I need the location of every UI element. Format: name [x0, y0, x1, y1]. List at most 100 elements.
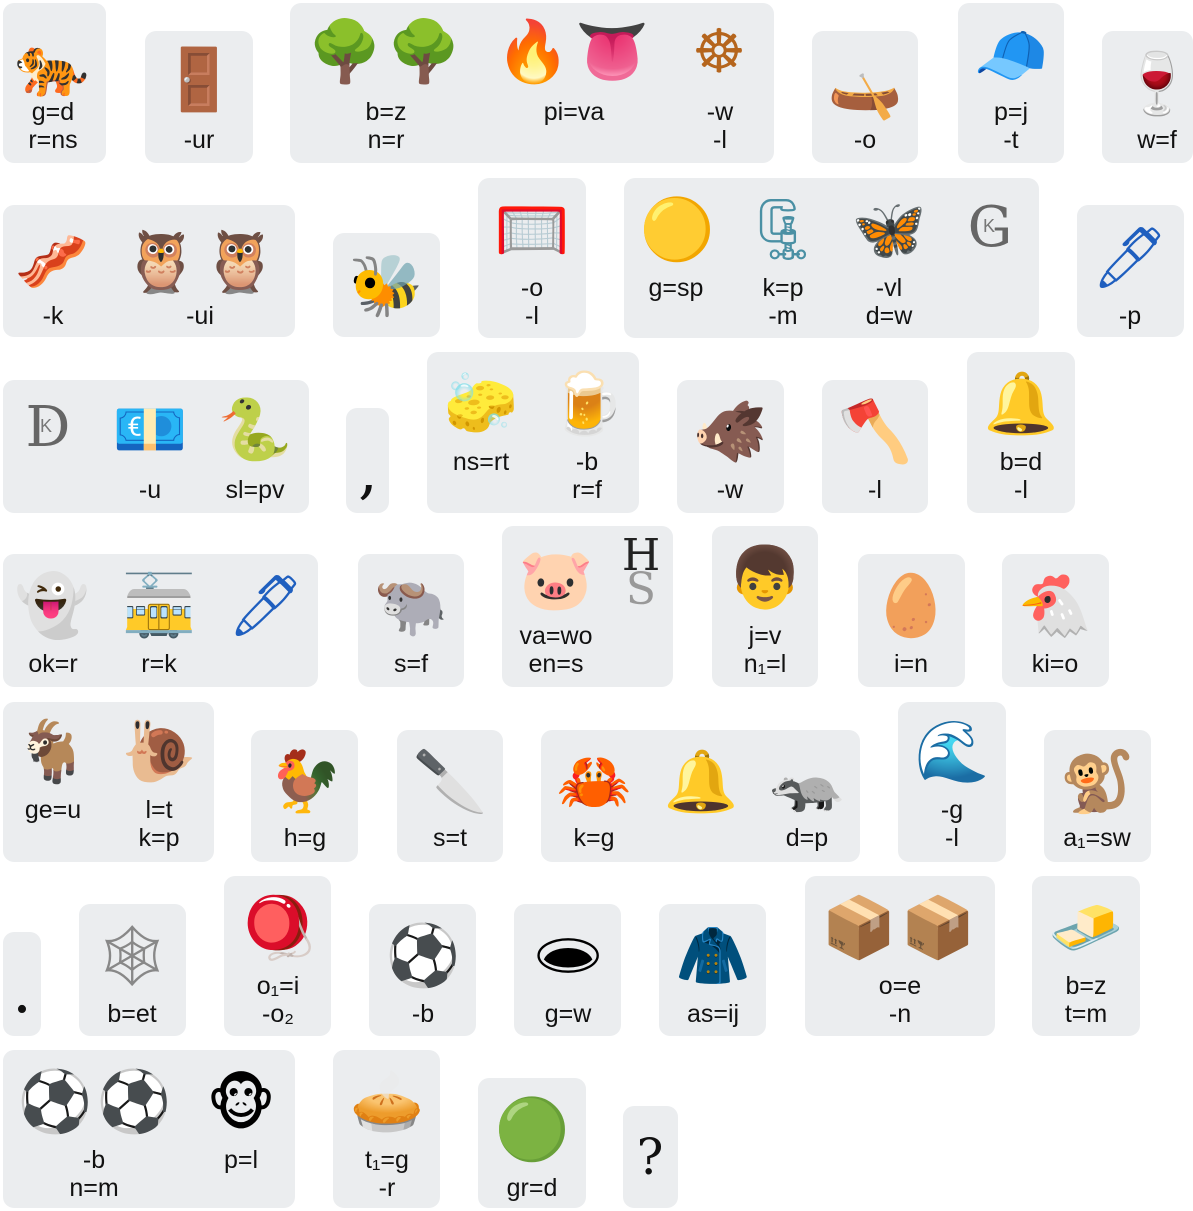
pie-icon: 🥧: [349, 1067, 425, 1137]
cap-icon: 🧢: [973, 21, 1049, 91]
tile-label: pi=va: [543, 98, 605, 126]
tile-label: r=ns: [28, 126, 78, 154]
tile-label: -ur: [183, 126, 215, 154]
tile-label: -o₂: [262, 1000, 294, 1028]
beer-mug-icon: 🍺: [549, 369, 625, 439]
tile-label: -l: [945, 824, 959, 852]
tile-label: -l: [713, 126, 727, 154]
sponge-icon: 🧽: [443, 369, 519, 439]
crab-icon: 🦀: [556, 747, 632, 817]
tile-label: -l: [525, 302, 539, 330]
butterfly-icon: 🦋: [851, 195, 927, 265]
tile-label: a₁=sw: [1063, 824, 1131, 852]
tile-label: r=f: [572, 476, 602, 504]
tile-label: b=z: [1065, 972, 1107, 1000]
tile-label: s=f: [393, 650, 429, 678]
butter-icon: 🧈: [1048, 893, 1124, 963]
tile-label: d=w: [865, 302, 913, 330]
monkey-icon: 🐒: [1059, 747, 1135, 817]
pen-icon: 🖊: [227, 571, 305, 641]
tile-label: -l: [1014, 476, 1028, 504]
tile-label: g=d: [31, 98, 75, 126]
tile-label: -w: [706, 98, 734, 126]
hole-icon: 🕳: [529, 921, 607, 991]
tile-label: -o: [520, 274, 544, 302]
package-icon: 📦: [900, 893, 976, 963]
rooster-icon: 🐓: [267, 747, 343, 817]
tile-label: n=m: [69, 1174, 119, 1202]
goal-net-icon: 🥅: [494, 195, 570, 265]
wave-icon: 🌊: [914, 717, 990, 787]
snake-icon: 🐍: [217, 395, 293, 465]
tile-label: p=j: [993, 98, 1029, 126]
tile-label: va=wo: [519, 622, 593, 650]
tiger-icon: 🐅: [14, 31, 90, 101]
bell-icon: 🔔: [663, 747, 739, 817]
period-icon: .: [12, 954, 32, 1027]
tree-icon: 🌳: [386, 17, 462, 87]
chicken-icon: 🐔: [1017, 571, 1093, 641]
letter-s-icon: S: [625, 564, 657, 615]
wine-glass-icon: 🍷: [1119, 49, 1193, 119]
green-circle-icon: 🟢: [494, 1095, 570, 1165]
tile-label: k=p: [138, 824, 180, 852]
tile-label: b=et: [107, 1000, 157, 1028]
monkey-face-icon: 🐵: [206, 1069, 276, 1139]
wheel-icon: ☸: [692, 17, 746, 87]
tile-label: k=g: [573, 824, 615, 852]
rebus-puzzle: 🐅 g=d r=ns 🚪 -ur 🌳 🌳 b=z n=r 🔥 👅 pi=va ☸…: [0, 0, 1193, 1211]
tile-label: gr=d: [506, 1174, 558, 1202]
tile-label: sl=pv: [225, 476, 285, 504]
tile-label: b=d: [999, 448, 1043, 476]
tile-label: -k: [42, 302, 64, 330]
tile-label: s=t: [432, 824, 468, 852]
spider-web-icon: 🕸: [93, 921, 171, 991]
bee-icon: 🐝: [348, 251, 424, 321]
egg-icon: 🥚: [873, 571, 949, 641]
owl-icon: 🦉: [123, 227, 199, 297]
tile-label: h=g: [283, 824, 327, 852]
axe-icon: 🪓: [837, 397, 913, 467]
door-icon: 🚪: [161, 45, 237, 115]
tile-label: -t: [1003, 126, 1019, 154]
boar-icon: 🐗: [692, 397, 768, 467]
soccer-ball-icon: ⚽: [385, 921, 461, 991]
tile-label: -n: [888, 1000, 912, 1028]
tile-label: -p: [1118, 302, 1142, 330]
owl-icon: 🦉: [202, 227, 278, 297]
tile-label: b=z: [365, 98, 407, 126]
tile-label: -b: [82, 1146, 106, 1174]
pig-face-icon: 🐷: [518, 545, 594, 615]
question-mark-icon: ?: [636, 1128, 664, 1186]
bacon-icon: 🥓: [14, 227, 90, 297]
canoe-icon: 🛶: [827, 53, 903, 123]
tile-label: ki=o: [1031, 650, 1079, 678]
clamp-icon: 🗜: [744, 195, 822, 265]
comma-icon: ,: [358, 434, 378, 507]
letter-k-subscript: K: [40, 416, 53, 436]
tile-label: t₁=g: [365, 1146, 409, 1174]
tile-label: o=e: [878, 972, 922, 1000]
pen-icon: 🖊: [1091, 223, 1169, 293]
tile-label: j=v: [748, 622, 782, 650]
tile-label: -o: [853, 126, 877, 154]
tile-label: l=t: [145, 796, 173, 824]
tile-label: -w: [716, 476, 744, 504]
soccer-ball-icon: ⚽: [96, 1067, 172, 1137]
badger-icon: 🦡: [769, 747, 845, 817]
coat-icon: 🧥: [675, 921, 751, 991]
tile-label: -l: [868, 476, 882, 504]
tile-label: as=ij: [686, 1000, 740, 1028]
soccer-ball-icon: ⚽: [17, 1067, 93, 1137]
tile-label: -ui: [186, 302, 214, 330]
tree-icon: 🌳: [307, 17, 383, 87]
tile-label: -g: [940, 796, 964, 824]
tile-label: p=l: [223, 1146, 259, 1174]
tile-label: -b: [575, 448, 599, 476]
tile-label: g=w: [544, 1000, 592, 1028]
tile-label: -r: [378, 1174, 396, 1202]
tile-label: n=r: [367, 126, 405, 154]
euro-banknote-icon: 💶: [112, 395, 188, 465]
tile-label: o₁=i: [256, 972, 300, 1000]
tile-label: n₁=l: [743, 650, 787, 678]
